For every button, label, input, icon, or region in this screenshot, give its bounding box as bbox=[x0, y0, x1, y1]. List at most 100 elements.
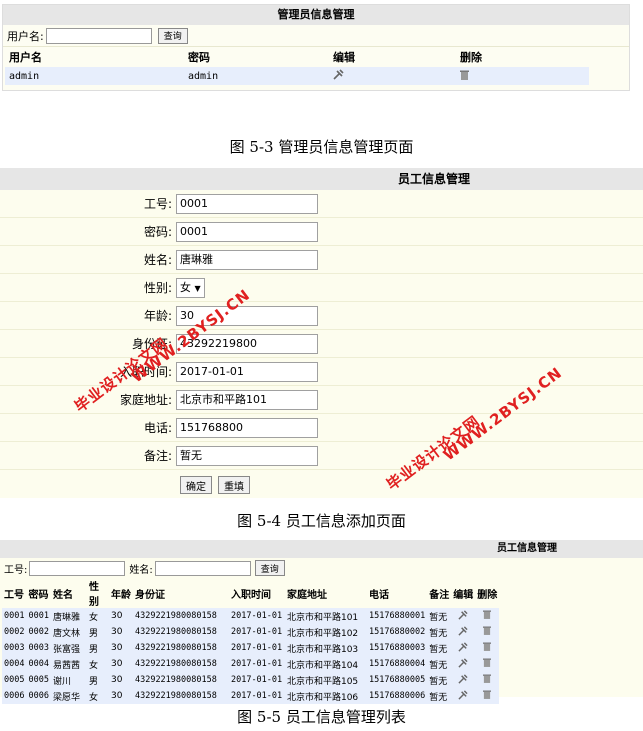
form-row-idcard: 身份证: 43292219800 bbox=[0, 330, 643, 358]
table-cell: 2017-01-01 bbox=[228, 688, 285, 704]
table-row: 0002 0002 唐文林男 30 4329221980080158 2017-01-01… bbox=[2, 624, 500, 640]
table-cell: 30 bbox=[108, 672, 133, 688]
employee-search-button[interactable]: 查询 bbox=[254, 560, 285, 576]
username-search-input[interactable] bbox=[45, 27, 152, 44]
table-cell: 男 bbox=[86, 640, 109, 656]
form-row-remark: 备注: 暂无 bbox=[0, 442, 643, 470]
trash-icon[interactable] bbox=[475, 624, 500, 640]
trash-icon[interactable] bbox=[475, 608, 500, 624]
address-input[interactable]: 北京市和平路101 bbox=[176, 389, 318, 410]
table-cell: 暂无 bbox=[427, 608, 452, 624]
confirm-button[interactable]: 确定 bbox=[180, 476, 212, 494]
table-cell: 暂无 bbox=[427, 656, 452, 672]
admin-panel-title: 管理员信息管理 bbox=[3, 5, 629, 25]
admin-table: 用户名 密码 编辑 删除 admin admin bbox=[5, 47, 589, 85]
gender-selected-value: 女 bbox=[180, 280, 191, 294]
phone-input[interactable]: 151768800 bbox=[176, 417, 318, 438]
edit-tools-icon[interactable] bbox=[451, 608, 476, 624]
form-button-row: 确定 重填 bbox=[0, 470, 643, 500]
col-username: 用户名 bbox=[9, 51, 42, 64]
table-cell: 梁愿华 bbox=[50, 688, 87, 704]
edit-tools-icon[interactable] bbox=[451, 688, 476, 704]
password-input[interactable]: 0001 bbox=[176, 221, 318, 242]
table-cell: 0004 bbox=[26, 656, 51, 672]
column-header: 电话 bbox=[368, 589, 389, 601]
table-cell: 2017-01-01 bbox=[228, 672, 285, 688]
hire-date-input[interactable]: 2017-01-01 bbox=[176, 361, 318, 382]
table-cell: 女 bbox=[86, 656, 109, 672]
table-cell: 谢川 bbox=[50, 672, 87, 688]
employee-form-title: 员工信息管理 bbox=[0, 168, 643, 190]
edit-tools-icon[interactable] bbox=[451, 640, 476, 656]
table-cell: 30 bbox=[108, 688, 133, 704]
id-search-label: 工号: bbox=[4, 564, 28, 576]
name-search-input[interactable] bbox=[154, 560, 251, 576]
column-header: 删除 bbox=[477, 589, 498, 601]
admin-search-button[interactable]: 查询 bbox=[157, 27, 188, 44]
table-cell: 女 bbox=[86, 688, 109, 704]
field-label: 密码: bbox=[143, 225, 172, 239]
trash-icon[interactable] bbox=[456, 67, 589, 85]
trash-icon[interactable] bbox=[475, 656, 500, 672]
field-label: 电话: bbox=[143, 421, 172, 435]
employee-table: 工号 密码 姓名 性别 年龄 身份证 入职时间 家庭地址 电话 备注 编辑 删除 0001 0001 唐琳… bbox=[2, 578, 500, 704]
col-password: 密码 bbox=[188, 51, 210, 64]
table-row: admin admin bbox=[5, 67, 589, 85]
edit-tools-icon[interactable] bbox=[451, 656, 476, 672]
column-header: 工号 bbox=[4, 589, 24, 601]
table-cell: 0004 bbox=[2, 656, 27, 672]
form-row-gender: 性别: 女 ▼ bbox=[0, 274, 643, 302]
form-row-id: 工号: 0001 bbox=[0, 190, 643, 218]
table-cell: 北京市和平路105 bbox=[284, 672, 367, 688]
table-cell: 30 bbox=[108, 640, 133, 656]
table-cell: 0002 bbox=[26, 624, 51, 640]
reset-button[interactable]: 重填 bbox=[218, 476, 250, 494]
table-cell: 4329221980080158 bbox=[132, 688, 229, 704]
column-header: 身份证 bbox=[134, 589, 165, 601]
employee-id-input[interactable]: 0001 bbox=[176, 193, 318, 214]
edit-tools-icon[interactable] bbox=[451, 672, 476, 688]
name-search-label: 姓名: bbox=[129, 564, 153, 576]
table-cell: 15176880006 bbox=[366, 688, 428, 704]
table-cell: 女 bbox=[86, 608, 109, 624]
trash-icon[interactable] bbox=[475, 688, 500, 704]
remark-input[interactable]: 暂无 bbox=[176, 445, 318, 466]
table-cell: 2017-01-01 bbox=[228, 608, 285, 624]
form-row-age: 年龄: 30 bbox=[0, 302, 643, 330]
table-cell: 0006 bbox=[2, 688, 27, 704]
table-cell: 15176880005 bbox=[366, 672, 428, 688]
table-cell: 张富强 bbox=[50, 640, 87, 656]
table-cell: 432922198008015​8 bbox=[132, 608, 229, 624]
table-cell: 30 bbox=[108, 624, 133, 640]
table-cell: 0005 bbox=[2, 672, 27, 688]
table-cell: 易茜茜 bbox=[50, 656, 87, 672]
column-header: 姓名 bbox=[52, 589, 73, 601]
field-label: 年龄: bbox=[143, 309, 172, 323]
username-search-label: 用户名: bbox=[7, 29, 44, 43]
table-cell: 0001 bbox=[2, 608, 27, 624]
figure-caption-5-3: 图 5-3 管理员信息管理页面 bbox=[229, 138, 414, 156]
table-cell: 30 bbox=[108, 608, 133, 624]
table-cell: 唐琳雅 bbox=[50, 608, 87, 624]
table-cell: 北京市和平路101 bbox=[284, 608, 367, 624]
table-cell: 北京市和平路103 bbox=[284, 640, 367, 656]
table-cell: 2017-01-01 bbox=[228, 640, 285, 656]
field-label: 备注: bbox=[143, 449, 172, 463]
table-cell: 0005 bbox=[26, 672, 51, 688]
table-cell: 0003 bbox=[2, 640, 27, 656]
trash-icon[interactable] bbox=[475, 640, 500, 656]
table-cell: 唐文林 bbox=[50, 624, 87, 640]
employee-search-row: 工号: 姓名: 查询 bbox=[0, 558, 643, 578]
edit-tools-icon[interactable] bbox=[329, 67, 456, 85]
column-header: 家庭地址 bbox=[286, 589, 327, 601]
table-cell: 4329221980080158 bbox=[132, 672, 229, 688]
name-input[interactable]: 唐琳雅 bbox=[176, 249, 318, 270]
table-cell: 北京市和平路102 bbox=[284, 624, 367, 640]
edit-tools-icon[interactable] bbox=[451, 624, 476, 640]
table-cell: 15176880001 bbox=[366, 608, 428, 624]
table-cell: 0002 bbox=[2, 624, 27, 640]
id-search-input[interactable] bbox=[29, 560, 126, 576]
gender-select[interactable]: 女 ▼ bbox=[176, 277, 205, 298]
trash-icon[interactable] bbox=[475, 672, 500, 688]
field-label: 工号: bbox=[143, 197, 172, 211]
